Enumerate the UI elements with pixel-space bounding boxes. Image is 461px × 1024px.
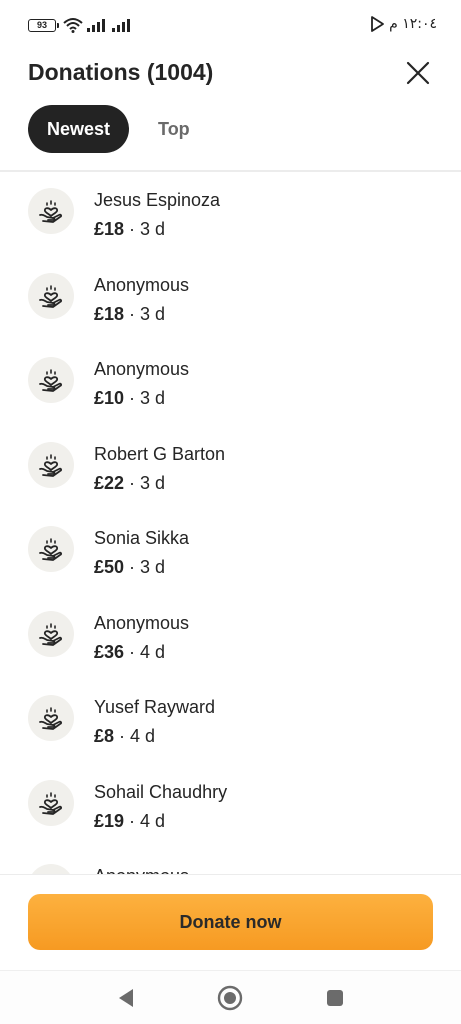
- donor-name: Sonia Sikka: [94, 528, 190, 548]
- donation-time: 3 d: [140, 388, 166, 408]
- donation-item: Anonymous: [0, 860, 461, 874]
- donation-amount: £10: [94, 388, 125, 408]
- separator: ·: [129, 388, 136, 408]
- heart-in-hand-icon: [39, 200, 62, 223]
- play-store-icon: [371, 16, 384, 32]
- donation-item: Anonymous £18 · 3 d: [0, 269, 461, 354]
- separator: ·: [129, 219, 136, 239]
- nav-recents-button[interactable]: [320, 983, 350, 1013]
- donation-meta: £8 · 4 d: [94, 726, 155, 747]
- signal-icon: [87, 19, 105, 32]
- donation-time: 3 d: [140, 557, 166, 577]
- separator: ·: [129, 303, 136, 324]
- separator: ·: [129, 641, 136, 662]
- donor-name: Anonymous: [94, 866, 189, 874]
- donation-time: 3 d: [140, 472, 166, 493]
- tab-newest[interactable]: Newest: [28, 105, 130, 153]
- donation-avatar: [28, 610, 74, 657]
- status-time: ١٢:٠٤ م: [389, 16, 437, 32]
- donation-item: Sohail Chaudhry £19 · 4 d: [0, 776, 461, 861]
- donation-amount: £8: [94, 726, 115, 746]
- donation-avatar: [28, 695, 74, 741]
- donation-time: 3 d: [140, 219, 166, 239]
- separator: ·: [129, 810, 136, 831]
- header: Donations (1004): [0, 50, 461, 96]
- bottom-action-bar: Donate now: [0, 874, 461, 970]
- donation-avatar: [28, 779, 74, 826]
- donor-name: Robert G Barton: [94, 443, 226, 464]
- donation-meta: £36 · 4 d: [94, 642, 165, 663]
- close-icon: [406, 61, 430, 85]
- donation-avatar: [28, 272, 74, 319]
- donation-meta: £19 · 4 d: [94, 811, 165, 832]
- donation-amount: £50: [94, 557, 125, 577]
- donation-time: 4 d: [130, 726, 156, 746]
- heart-in-hand-icon: [39, 453, 62, 477]
- donation-avatar: [28, 526, 74, 572]
- donor-name: Anonymous: [94, 612, 190, 633]
- donation-time: 4 d: [140, 641, 166, 662]
- donations-list[interactable]: Jesus Espinoza £18 · 3 d Anonymous £18 · 3 d: [0, 172, 461, 874]
- heart-in-hand-icon: [39, 622, 62, 646]
- back-icon: [119, 989, 133, 1007]
- tab-top[interactable]: Top: [139, 105, 209, 153]
- home-icon: [217, 985, 243, 1011]
- nav-home-button[interactable]: [215, 983, 245, 1013]
- separator: ·: [119, 726, 126, 746]
- donation-amount: £36: [94, 641, 125, 662]
- heart-in-hand-icon: [39, 284, 62, 308]
- donation-amount: £22: [94, 472, 125, 493]
- donation-time: 3 d: [140, 303, 166, 324]
- donation-meta: £50 · 3 d: [94, 557, 165, 578]
- donor-name: Sohail Chaudhry: [94, 781, 228, 802]
- donation-item: Yusef Rayward £8 · 4 d: [0, 691, 461, 776]
- donation-item: Robert G Barton £22 · 3 d: [0, 438, 461, 523]
- heart-in-hand-icon: [39, 707, 62, 730]
- close-button[interactable]: [400, 58, 436, 88]
- donation-item: Anonymous £36 · 4 d: [0, 607, 461, 692]
- heart-in-hand-icon: [39, 538, 62, 561]
- donation-item: Sonia Sikka £50 · 3 d: [0, 522, 461, 607]
- signal-icon: [112, 19, 130, 32]
- donation-amount: £18: [94, 303, 125, 324]
- donor-name: Anonymous: [94, 274, 190, 295]
- donation-meta: £18 · 3 d: [94, 219, 165, 240]
- donation-amount: £19: [94, 810, 125, 831]
- donation-item: Anonymous £10 · 3 d: [0, 353, 461, 438]
- donation-item: Jesus Espinoza £18 · 3 d: [0, 184, 461, 269]
- battery-level: 93: [36, 20, 47, 30]
- separator: ·: [129, 472, 136, 493]
- battery-icon: 93: [28, 19, 59, 32]
- wifi-icon: [63, 18, 83, 33]
- separator: ·: [129, 557, 136, 577]
- donation-avatar: [28, 441, 74, 488]
- page-title: Donations (1004): [28, 59, 214, 85]
- status-bar: 93 ١٢:٠٤ م: [0, 0, 461, 50]
- donor-name: Yusef Rayward: [94, 697, 216, 717]
- donor-name: Jesus Espinoza: [94, 190, 221, 210]
- donation-amount: £18: [94, 219, 125, 239]
- heart-in-hand-icon: [39, 791, 62, 815]
- donation-avatar: [28, 357, 74, 403]
- donation-meta: £22 · 3 d: [94, 473, 165, 494]
- donation-meta: £10 · 3 d: [94, 388, 165, 409]
- system-nav-bar: [0, 970, 461, 1024]
- donation-avatar: [28, 188, 74, 234]
- donate-now-button[interactable]: Donate now: [28, 894, 433, 950]
- donation-meta: £18 · 3 d: [94, 304, 165, 325]
- donation-time: 4 d: [140, 810, 166, 831]
- donation-avatar: [28, 864, 74, 874]
- donor-name: Anonymous: [94, 359, 190, 379]
- heart-in-hand-icon: [39, 369, 62, 392]
- recents-icon: [327, 990, 343, 1006]
- sort-tabs: Newest Top: [28, 105, 209, 153]
- nav-back-button[interactable]: [111, 983, 141, 1013]
